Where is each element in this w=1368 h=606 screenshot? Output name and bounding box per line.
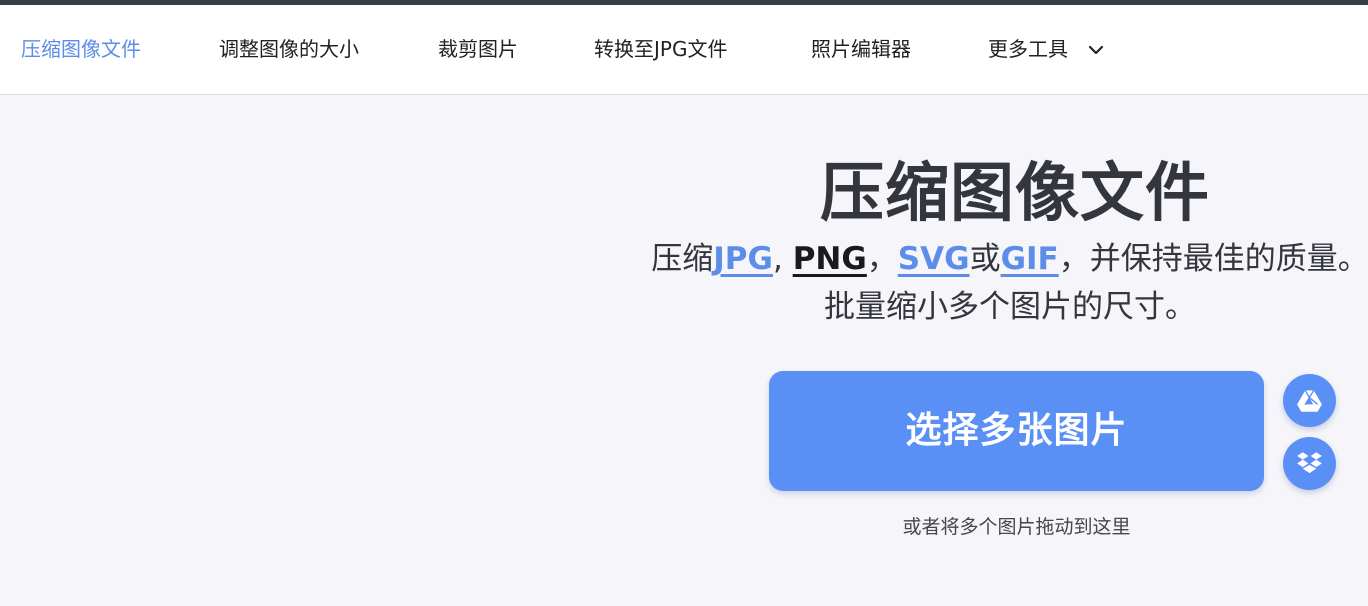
page-subtitle: 压缩JPG, PNG，SVG或GIF，并保持最佳的质量。 批量缩小多个图片的尺寸… [640, 235, 1368, 331]
format-link-gif[interactable]: GIF [1001, 241, 1059, 277]
subtitle-separator: ， [866, 241, 898, 277]
format-link-jpg[interactable]: JPG [713, 241, 773, 277]
chevron-down-icon [1088, 4, 1104, 93]
subtitle-or: 或 [969, 241, 1001, 277]
subtitle-line-2: 批量缩小多个图片的尺寸。 [824, 289, 1196, 325]
google-drive-icon [1297, 390, 1322, 412]
dropbox-icon [1297, 452, 1322, 474]
subtitle-prefix: 压缩 [651, 241, 714, 277]
nav-item-resize-image[interactable]: 调整图像的大小 [219, 5, 359, 94]
nav-item-convert-to-jpg[interactable]: 转换至JPG文件 [594, 5, 727, 94]
nav-item-crop-image[interactable]: 裁剪图片 [438, 5, 518, 94]
page-title: 压缩图像文件 [820, 157, 1210, 231]
nav-item-more-tools[interactable]: 更多工具 [988, 5, 1104, 94]
drop-hint-text: 或者将多个图片拖动到这里 [902, 516, 1131, 538]
format-link-svg[interactable]: SVG [898, 241, 970, 277]
select-images-button[interactable]: 选择多张图片 [769, 371, 1264, 491]
more-tools-label: 更多工具 [988, 37, 1068, 61]
subtitle-suffix: ，并保持最佳的质量。 [1058, 241, 1368, 277]
google-drive-button[interactable] [1283, 374, 1336, 427]
nav-item-photo-editor[interactable]: 照片编辑器 [811, 5, 911, 94]
subtitle-line-1: 压缩JPG, PNG，SVG或GIF，并保持最佳的质量。 [640, 235, 1368, 283]
top-navigation: 压缩图像文件 调整图像的大小 裁剪图片 转换至JPG文件 照片编辑器 更多工具 [0, 5, 1368, 95]
dropbox-button[interactable] [1283, 437, 1336, 490]
format-link-png[interactable]: PNG [793, 241, 867, 277]
subtitle-separator: , [772, 241, 793, 277]
main-content: 压缩图像文件 压缩JPG, PNG，SVG或GIF，并保持最佳的质量。 批量缩小… [0, 95, 1368, 606]
nav-item-compress-image[interactable]: 压缩图像文件 [21, 5, 141, 94]
